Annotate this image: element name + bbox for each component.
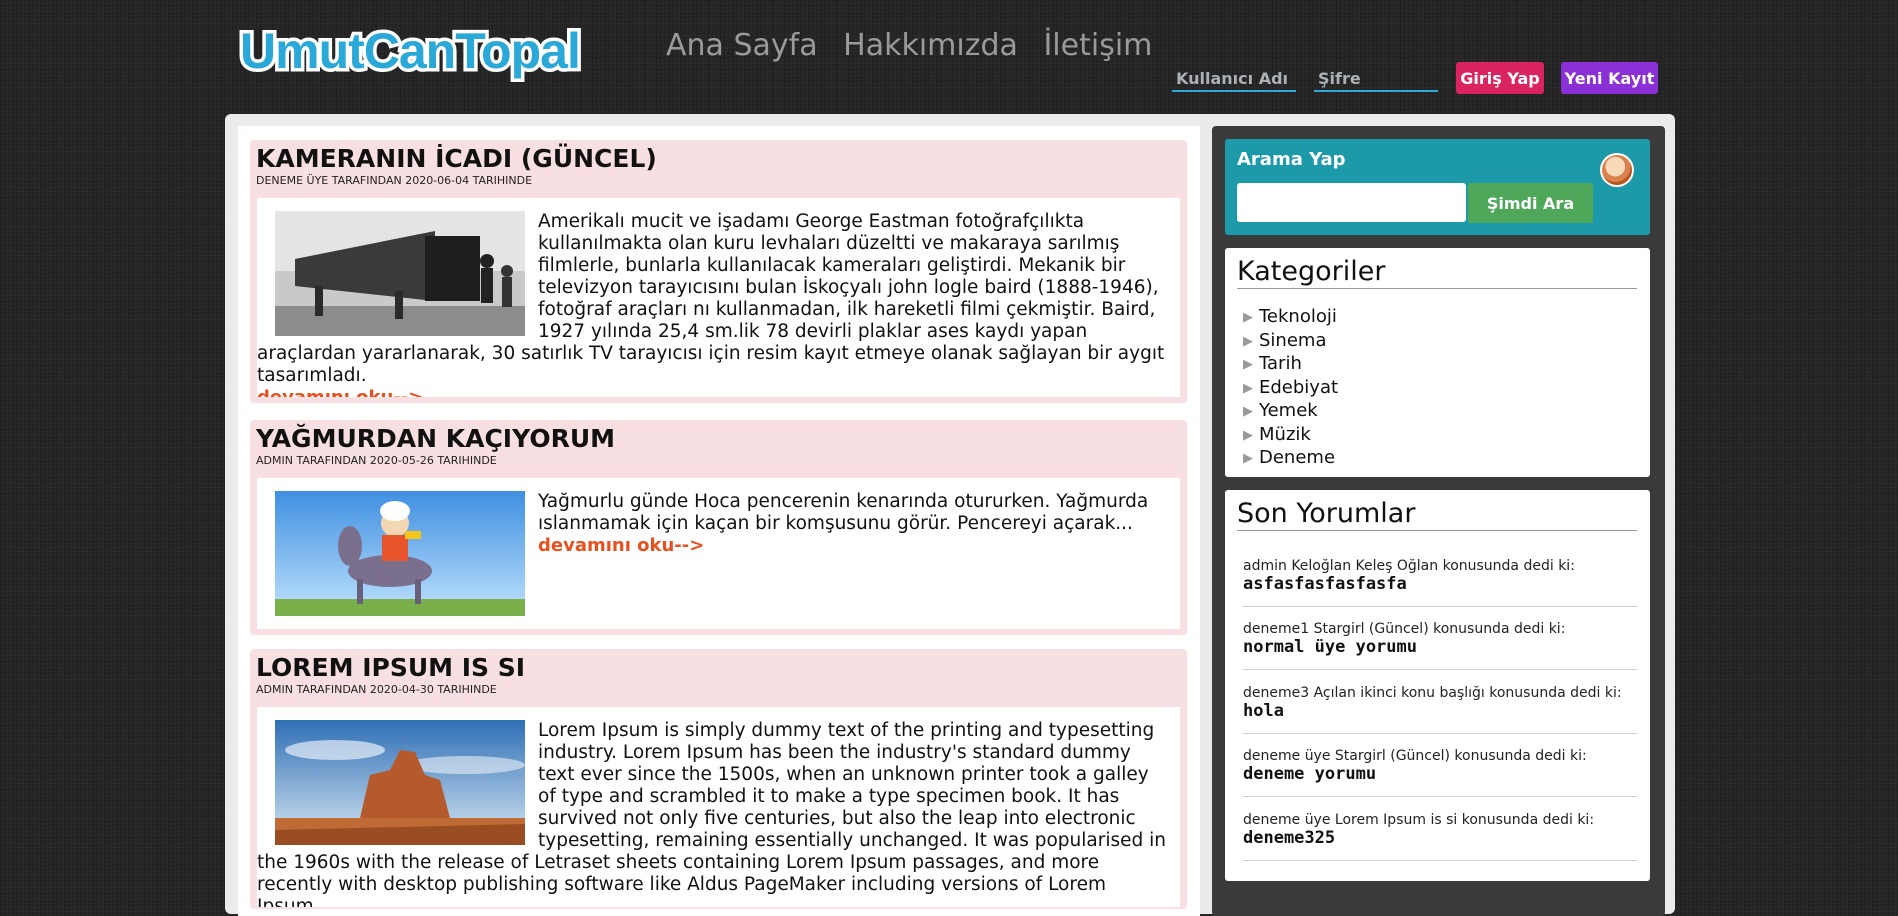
category-item[interactable]: ▶ Deneme (1243, 447, 1338, 471)
read-more-link[interactable]: devamını oku--> (257, 387, 1166, 397)
post-title[interactable]: LOREM IPSUM IS SI (256, 653, 525, 682)
post-image-camera[interactable] (275, 211, 525, 336)
magnifier-icon[interactable] (1600, 153, 1634, 187)
search-button[interactable]: Şimdi Ara (1468, 183, 1593, 223)
comment-head: deneme1 Stargirl (Güncel) konusunda dedi… (1243, 621, 1566, 637)
post-card: YAĞMURDAN KAÇIYORUM ADMIN TARAFINDAN 202… (250, 420, 1187, 635)
password-input[interactable] (1314, 62, 1438, 92)
comment-body: deneme325 (1243, 828, 1336, 848)
triangle-right-icon: ▶ (1243, 357, 1253, 372)
categories-widget: Kategoriler ▶ Teknoloji ▶ Sinema ▶ Tarih ▶ E… (1225, 248, 1650, 477)
post-image-cartoon[interactable] (275, 491, 525, 616)
post-title[interactable]: YAĞMURDAN KAÇIYORUM (256, 424, 615, 453)
comment-item[interactable]: deneme3 Açılan ikinci konu başlığı konus… (1243, 685, 1637, 734)
comment-item[interactable]: deneme üye Lorem Ipsum is si konusunda d… (1243, 812, 1637, 861)
nav-contact[interactable]: İletişim (1043, 28, 1152, 63)
post-body: Lorem Ipsum is simply dummy text of the … (257, 707, 1180, 907)
comment-body: hola (1243, 701, 1284, 721)
triangle-right-icon: ▶ (1243, 333, 1253, 349)
search-title: Arama Yap (1237, 149, 1346, 170)
logo-text: UmutCanTopal (240, 23, 580, 79)
site-logo[interactable]: UmutCanTopal (234, 12, 614, 83)
comment-body: deneme yorumu (1243, 764, 1377, 784)
search-widget: Arama Yap Şimdi Ara (1225, 139, 1650, 235)
triangle-right-icon: ▶ (1243, 451, 1253, 466)
triangle-right-icon: ▶ (1243, 310, 1253, 325)
triangle-right-icon: ▶ (1243, 404, 1253, 419)
category-item[interactable]: ▶ Tarih (1243, 353, 1338, 377)
categories-title: Kategoriler (1237, 256, 1637, 289)
post-meta: ADMIN TARAFINDAN 2020-04-30 TARIHINDE (256, 683, 497, 696)
username-input[interactable] (1172, 62, 1296, 92)
comment-body: asfasfasfasfasfa (1243, 574, 1407, 594)
comment-head: deneme üye Stargirl (Güncel) konusunda d… (1243, 748, 1587, 764)
category-item[interactable]: ▶ Yemek (1243, 400, 1338, 424)
recent-comments-title: Son Yorumlar (1237, 498, 1637, 531)
post-card: KAMERANIN İCADI (GÜNCEL) DENEME ÜYE TARA… (250, 140, 1187, 403)
category-item[interactable]: ▶ Müzik (1243, 424, 1338, 448)
post-excerpt: Yağmurlu günde Hoca pencerenin kenarında… (538, 491, 1149, 534)
post-card: LOREM IPSUM IS SI ADMIN TARAFINDAN 2020-… (250, 649, 1187, 909)
triangle-right-icon: ▶ (1243, 427, 1253, 443)
triangle-right-icon: ▶ (1243, 380, 1253, 396)
comment-item[interactable]: admin Keloğlan Keleş Oğlan konusunda ded… (1243, 558, 1637, 607)
comment-head: deneme üye Lorem Ipsum is si konusunda d… (1243, 812, 1595, 828)
category-list: ▶ Teknoloji ▶ Sinema ▶ Tarih ▶ Edebiyat ▶ Yem… (1243, 306, 1338, 471)
post-body: Amerikalı mucit ve işadamı George Eastma… (257, 198, 1180, 397)
category-item[interactable]: ▶ Teknoloji (1243, 306, 1338, 330)
comment-item[interactable]: deneme üye Stargirl (Güncel) konusunda d… (1243, 748, 1637, 797)
post-body: Yağmurlu günde Hoca pencerenin kenarında… (257, 478, 1180, 629)
comment-item[interactable]: deneme1 Stargirl (Güncel) konusunda dedi… (1243, 621, 1637, 670)
category-item[interactable]: ▶ Sinema (1243, 330, 1338, 354)
search-input[interactable] (1237, 183, 1466, 222)
comment-body: normal üye yorumu (1243, 637, 1417, 657)
login-button[interactable]: Giriş Yap (1456, 62, 1544, 94)
register-button[interactable]: Yeni Kayıt (1561, 62, 1658, 94)
nav-about[interactable]: Hakkımızda (843, 28, 1018, 63)
recent-comments-widget: Son Yorumlar admin Keloğlan Keleş Oğlan … (1225, 490, 1650, 881)
post-meta: DENEME ÜYE TARAFINDAN 2020-06-04 TARIHIN… (256, 174, 533, 187)
category-item[interactable]: ▶ Edebiyat (1243, 377, 1338, 401)
comment-head: admin Keloğlan Keleş Oğlan konusunda ded… (1243, 558, 1575, 574)
main-nav: Ana Sayfa Hakkımızda İletişim (666, 28, 1168, 63)
nav-home[interactable]: Ana Sayfa (666, 28, 818, 63)
post-image-desert[interactable] (275, 720, 525, 845)
comment-head: deneme3 Açılan ikinci konu başlığı konus… (1243, 685, 1622, 701)
post-meta: ADMIN TARAFINDAN 2020-05-26 TARIHINDE (256, 454, 497, 467)
post-title[interactable]: KAMERANIN İCADI (GÜNCEL) (256, 144, 657, 173)
